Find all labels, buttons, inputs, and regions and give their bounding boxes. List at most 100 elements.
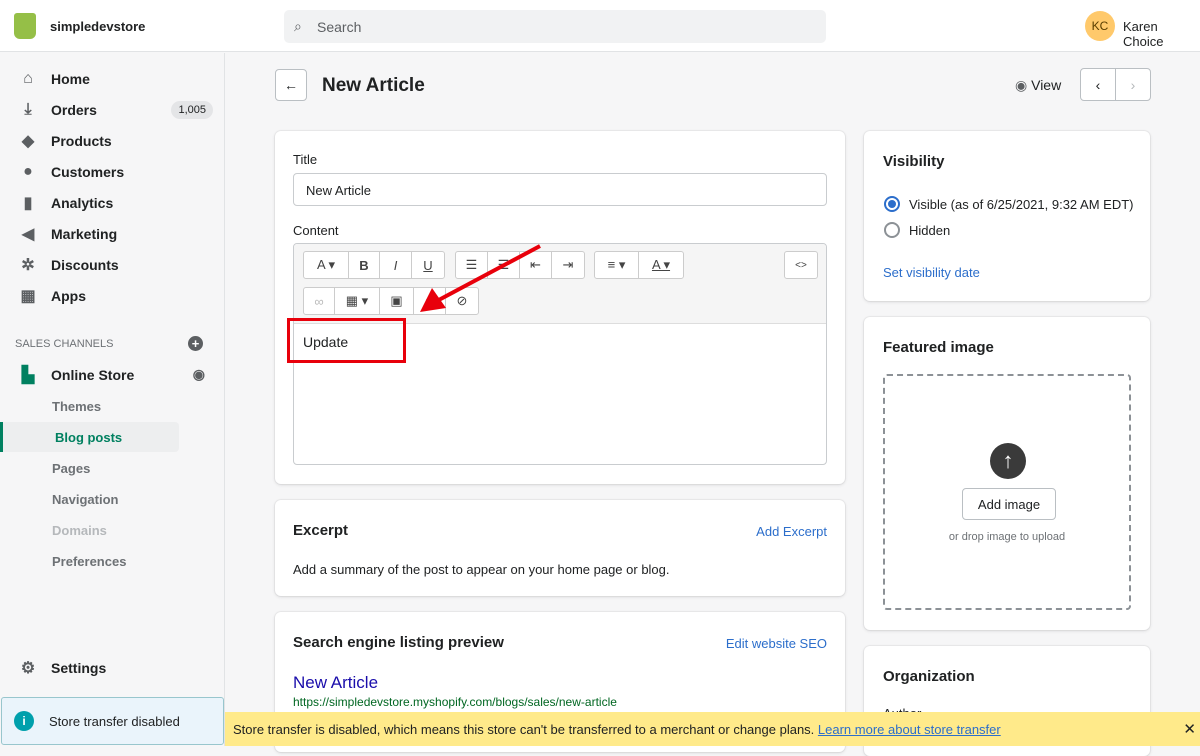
- add-image-button[interactable]: Add image: [962, 488, 1056, 520]
- visible-radio[interactable]: [884, 196, 900, 212]
- info-icon: i: [14, 711, 34, 731]
- sidebar-item-apps[interactable]: ▦ Apps: [0, 280, 225, 311]
- learn-more-link[interactable]: Learn more about store transfer: [818, 722, 1001, 737]
- add-channel-icon[interactable]: +: [188, 336, 203, 351]
- add-excerpt-link[interactable]: Add Excerpt: [756, 524, 827, 539]
- shopify-logo: [14, 13, 36, 39]
- label: Online Store: [51, 366, 135, 383]
- sidebar-sub-themes[interactable]: Themes: [52, 399, 101, 414]
- orders-badge: 1,005: [171, 100, 213, 119]
- store-transfer-status[interactable]: i Store transfer disabled: [1, 697, 224, 745]
- bold-button[interactable]: B: [349, 252, 380, 278]
- title-input[interactable]: New Article: [293, 173, 827, 206]
- sidebar-item-settings[interactable]: ⚙ Settings: [0, 652, 225, 683]
- banner-text: Store transfer is disabled, which means …: [233, 722, 818, 737]
- edit-seo-link[interactable]: Edit website SEO: [726, 636, 827, 651]
- code-view-icon[interactable]: <>: [785, 252, 817, 278]
- back-button[interactable]: ←: [275, 69, 307, 101]
- sidebar-item-home[interactable]: ⌂ Home: [0, 63, 225, 94]
- featured-image-card: Featured image ↑ Add image or drop image…: [864, 317, 1150, 630]
- image-icon[interactable]: ▣: [380, 288, 414, 314]
- title-label: Title: [293, 152, 318, 167]
- top-bar: simpledevstore ⌕ Search KC Karen Choice: [0, 0, 1200, 52]
- view-button[interactable]: ◉ View: [1015, 77, 1061, 94]
- avatar[interactable]: KC: [1085, 11, 1115, 41]
- label: Orders: [51, 101, 97, 118]
- sidebar-item-analytics[interactable]: ▮ Analytics: [0, 187, 225, 218]
- label: Apps: [51, 287, 86, 304]
- store-name[interactable]: simpledevstore: [50, 19, 145, 34]
- bar-chart-icon: ▮: [23, 194, 33, 212]
- page-title: New Article: [322, 75, 425, 96]
- store-icon: ▙: [21, 366, 35, 384]
- label: Products: [51, 132, 112, 149]
- editor-toolbar: A ▾BIU ☰☰⇤⇥ ≡ ▾A ▾ <> ∞▦ ▾▣■⊘: [294, 244, 826, 324]
- sidebar-item-orders[interactable]: ⤓ Orders 1,005: [0, 94, 225, 125]
- search-placeholder: Search: [317, 19, 362, 35]
- previous-button[interactable]: ‹: [1080, 68, 1116, 101]
- sidebar-sub-preferences[interactable]: Preferences: [52, 554, 126, 569]
- megaphone-icon: ◀: [21, 225, 35, 243]
- label: Customers: [51, 163, 125, 180]
- sidebar-item-online-store[interactable]: ▙ Online Store ◉: [0, 359, 225, 390]
- label: Analytics: [51, 194, 114, 211]
- next-button[interactable]: ›: [1115, 68, 1151, 101]
- close-icon[interactable]: ✕: [1183, 720, 1196, 738]
- sidebar: ⌂ Home ⤓ Orders 1,005 ◆ Products ● Customers …: [0, 53, 225, 746]
- label: Discounts: [51, 256, 119, 273]
- apps-icon: ▦: [20, 287, 36, 305]
- excerpt-heading: Excerpt: [293, 522, 349, 539]
- sales-channels-heading: SALES CHANNELS: [15, 338, 114, 350]
- hidden-label: Hidden: [909, 223, 951, 238]
- visibility-card: Visibility Visible (as of 6/25/2021, 9:3…: [864, 131, 1150, 301]
- label: Home: [51, 70, 90, 87]
- sidebar-sub-blog-posts[interactable]: Blog posts: [0, 422, 179, 452]
- gear-icon: ⚙: [20, 659, 36, 677]
- set-visibility-date-link[interactable]: Set visibility date: [883, 265, 980, 280]
- annotation-highlight-box: [287, 318, 406, 363]
- html-group: <>: [784, 251, 818, 279]
- align-dropdown[interactable]: ≡ ▾: [595, 252, 639, 278]
- image-dropzone[interactable]: ↑ Add image or drop image to upload: [883, 374, 1131, 610]
- home-icon: ⌂: [23, 69, 33, 87]
- align-group: ≡ ▾ A ▾: [594, 251, 684, 279]
- sidebar-item-marketing[interactable]: ◀ Marketing: [0, 218, 225, 249]
- annotation-arrow: [420, 244, 541, 312]
- discount-icon: ✲: [21, 256, 35, 274]
- store-transfer-banner: Store transfer is disabled, which means …: [225, 712, 1200, 746]
- label: Marketing: [51, 225, 118, 242]
- sidebar-sub-pages[interactable]: Pages: [52, 461, 90, 476]
- visibility-heading: Visibility: [883, 153, 945, 170]
- excerpt-description: Add a summary of the post to appear on y…: [293, 562, 670, 577]
- user-name[interactable]: Karen Choice: [1123, 19, 1200, 49]
- sidebar-sub-domains[interactable]: Domains: [52, 523, 107, 538]
- table-dropdown[interactable]: ▦ ▾: [335, 288, 380, 314]
- label: View: [1031, 77, 1062, 93]
- text-color-dropdown[interactable]: A ▾: [639, 252, 683, 278]
- label: Settings: [51, 659, 107, 676]
- eye-icon[interactable]: ◉: [193, 366, 205, 383]
- search-icon: ⌕: [294, 18, 302, 34]
- sidebar-sub-navigation[interactable]: Navigation: [52, 492, 118, 507]
- visible-label: Visible (as of 6/25/2021, 9:32 AM EDT): [909, 197, 1134, 212]
- seo-preview-title: New Article: [293, 673, 379, 692]
- search-input[interactable]: ⌕ Search: [284, 10, 826, 43]
- label: Store transfer disabled: [49, 713, 180, 729]
- eye-icon: ◉: [1015, 77, 1032, 93]
- sidebar-item-customers[interactable]: ● Customers: [0, 156, 225, 187]
- font-style-dropdown[interactable]: A ▾: [304, 252, 349, 278]
- seo-heading: Search engine listing preview: [293, 634, 504, 651]
- excerpt-card: Excerpt Add Excerpt Add a summary of the…: [275, 500, 845, 596]
- link-icon[interactable]: ∞: [304, 288, 335, 314]
- sidebar-item-discounts[interactable]: ✲ Discounts: [0, 249, 225, 280]
- indent-icon[interactable]: ⇥: [552, 252, 584, 278]
- upload-hint: or drop image to upload: [948, 531, 1066, 543]
- italic-button[interactable]: I: [380, 252, 412, 278]
- article-card: Title New Article Content A ▾BIU ☰☰⇤⇥ ≡ …: [275, 131, 845, 484]
- person-icon: ●: [23, 162, 33, 180]
- upload-icon: ↑: [990, 443, 1026, 479]
- organization-heading: Organization: [883, 668, 975, 685]
- orders-icon: ⤓: [24, 100, 32, 118]
- sidebar-item-products[interactable]: ◆ Products: [0, 125, 225, 156]
- hidden-radio[interactable]: [884, 222, 900, 238]
